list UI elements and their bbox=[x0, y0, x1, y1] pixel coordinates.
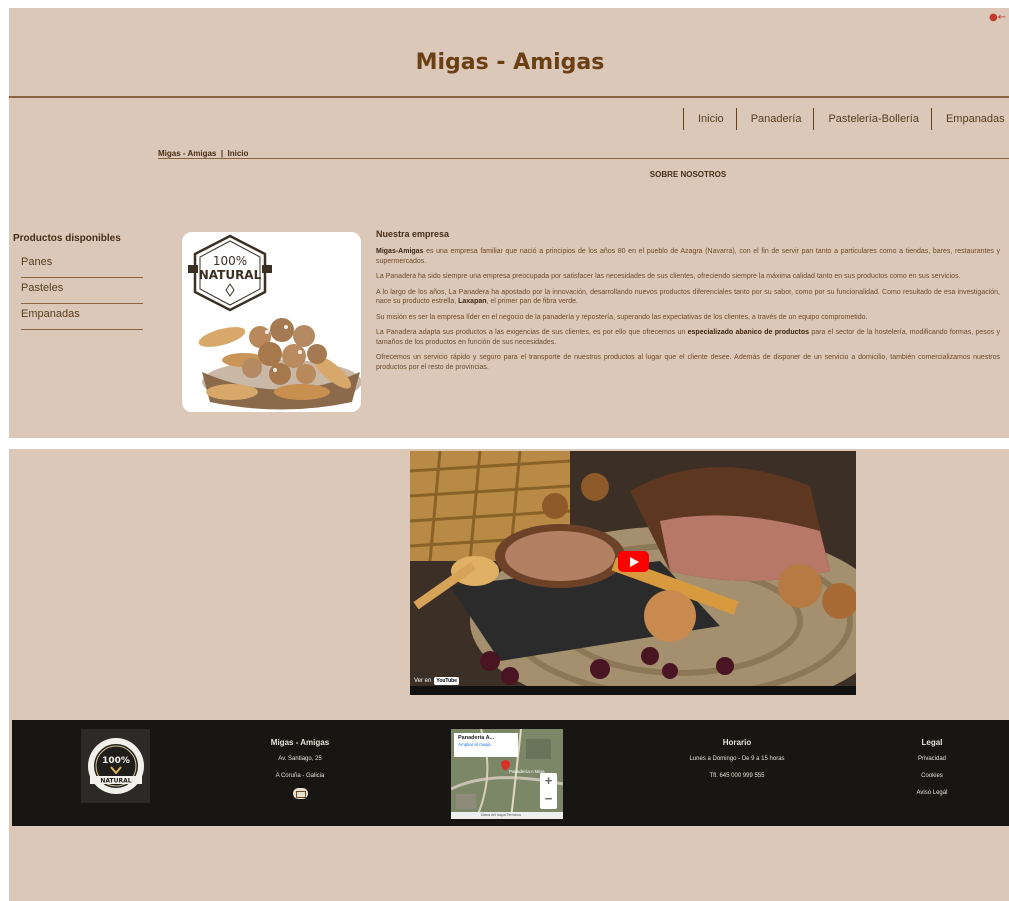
bread-basket-illustration: 100% NATURAL bbox=[182, 232, 361, 412]
footer-hours-text: Lunes a Domingo - De 9 a 15 horas bbox=[689, 756, 785, 762]
brand-name: Migas-Amigas bbox=[376, 248, 424, 255]
footer-hours: Horario Lunes a Domingo - De 9 a 15 hora… bbox=[662, 720, 812, 785]
paragraph-1-text: es una empresa familiar que nació a prin… bbox=[376, 248, 1000, 265]
footer: 100% NATURAL Migas - Amigas Av. Santiago… bbox=[12, 720, 1009, 826]
paragraph-3-text-b: , el primer pan de fibra verde. bbox=[486, 298, 578, 305]
language-flag-icon[interactable]: ●← bbox=[989, 12, 1006, 23]
site-title[interactable]: Migas - Amigas bbox=[9, 50, 1009, 75]
company-paragraph-4: Su misión es ser la empresa líder en el … bbox=[376, 313, 868, 321]
company-paragraph-3: A lo largo de los años, La Panadera ha a… bbox=[376, 288, 1000, 307]
badge-natural: NATURAL bbox=[199, 268, 262, 282]
product-star-name: Laxapan bbox=[458, 298, 487, 305]
products-range-highlight: especializado abanico de productos bbox=[687, 329, 809, 336]
legal-notice-link[interactable]: Aviso Legal bbox=[882, 785, 982, 802]
zoom-in-button[interactable]: + bbox=[540, 773, 557, 791]
breadcrumb-divider bbox=[158, 158, 1009, 159]
company-paragraph-5: La Panadera adapta sus productos a las e… bbox=[376, 328, 1000, 347]
company-title: Nuestra empresa bbox=[376, 229, 450, 239]
company-paragraph-2: La Panadera ha sido siempre una empresa … bbox=[376, 273, 961, 280]
nav-item-empanadas[interactable]: Empanadas bbox=[930, 108, 1009, 130]
location-map[interactable]: Panadería A... Ampliar el mapa Panadería… bbox=[451, 729, 563, 819]
zoom-out-button[interactable]: − bbox=[540, 791, 557, 809]
video-thumbnail bbox=[410, 451, 856, 695]
nav-item-pasteleria-bolleria[interactable]: Pastelería-Bollería bbox=[813, 108, 931, 130]
top-panel: ●← Migas - Amigas Inicio Panadería Paste… bbox=[9, 8, 1009, 438]
sidebar-item-empanadas[interactable]: Empanadas bbox=[21, 304, 143, 330]
footer-legal-title: Legal bbox=[921, 738, 943, 747]
badge-percent: 100% bbox=[213, 254, 247, 268]
sidebar-item-panes[interactable]: Panes bbox=[21, 252, 143, 278]
map-attribution[interactable]: Datos del mapa Términos bbox=[451, 812, 563, 819]
footer-hours-title: Horario bbox=[722, 738, 752, 747]
company-paragraph-1: Migas-Amigas es una empresa familiar que… bbox=[376, 247, 1000, 266]
footer-logo: 100% NATURAL bbox=[81, 729, 150, 803]
header-divider bbox=[9, 96, 1009, 98]
watch-on-youtube[interactable]: Ver en YouTube bbox=[414, 677, 460, 685]
nav-item-inicio[interactable]: Inicio bbox=[683, 108, 736, 130]
footer-phones: Tfl. 645 000 999 555 bbox=[709, 773, 765, 779]
bread-basket-image: 100% NATURAL bbox=[182, 232, 361, 412]
main-nav: Inicio Panadería Pastelería-Bollería Emp… bbox=[683, 108, 1009, 130]
privacy-link[interactable]: Privacidad bbox=[882, 751, 982, 768]
video-player[interactable]: Ver en YouTube bbox=[410, 451, 856, 695]
breadcrumb[interactable]: Migas - Amigas | Inicio bbox=[158, 149, 248, 158]
footer-address: Av. Santiago, 25 bbox=[278, 756, 322, 762]
about-heading-text: SOBRE NOSOTROS bbox=[649, 170, 727, 179]
about-heading: SOBRE NOSOTROS bbox=[9, 170, 1009, 179]
natural-seal-icon: 100% NATURAL bbox=[81, 729, 150, 803]
map-zoom-controls: + − bbox=[540, 773, 557, 809]
footer-region: A Coruña - Galicia bbox=[275, 773, 325, 779]
nav-item-panaderia[interactable]: Panadería bbox=[735, 108, 814, 130]
cookies-link[interactable]: Cookies bbox=[882, 768, 982, 785]
map-place-name: Panadería A... bbox=[458, 735, 495, 741]
sidebar-item-pasteles[interactable]: Pasteles bbox=[21, 278, 143, 304]
map-enlarge-link[interactable]: Ampliar el mapa bbox=[458, 742, 514, 747]
seal-percent: 100% bbox=[102, 756, 130, 766]
watch-on-label: Ver en bbox=[414, 678, 432, 684]
footer-company: Migas - Amigas Av. Santiago, 25 A Coruña… bbox=[250, 720, 350, 807]
sidebar: Productos disponibles Panes Pasteles Emp… bbox=[13, 233, 143, 330]
youtube-logo-icon: YouTube bbox=[434, 677, 460, 685]
play-button[interactable] bbox=[618, 551, 649, 572]
bottom-panel: Ver en YouTube 100% NATURAL Migas - Amig… bbox=[9, 449, 1009, 901]
sidebar-title: Productos disponibles bbox=[13, 233, 121, 244]
company-paragraph-6: Ofrecemos un servicio rápido y seguro pa… bbox=[376, 354, 1000, 371]
company-section: Nuestra empresa Migas-Amigas es una empr… bbox=[376, 229, 1000, 378]
map-info-card: Panadería A... Ampliar el mapa bbox=[454, 733, 518, 757]
seal-natural: NATURAL bbox=[100, 778, 131, 785]
mail-icon[interactable] bbox=[292, 788, 308, 799]
footer-legal: Legal Privacidad Cookies Aviso Legal bbox=[882, 720, 982, 802]
paragraph-5-text-a: La Panadera adapta sus productos a las e… bbox=[376, 329, 688, 336]
footer-company-title: Migas - Amigas bbox=[270, 738, 330, 747]
video-progress-bar[interactable] bbox=[410, 686, 856, 695]
